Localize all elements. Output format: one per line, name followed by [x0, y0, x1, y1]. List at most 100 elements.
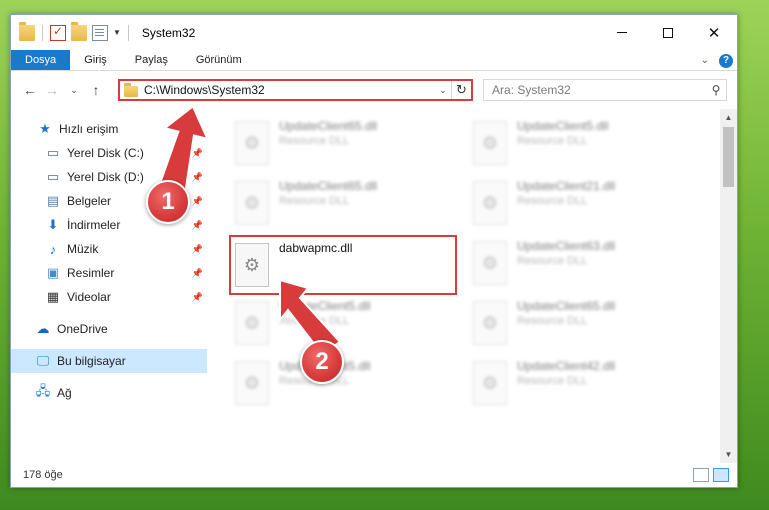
file-name: UpdateClient5.dll	[517, 119, 609, 133]
file-type: Resource DLL	[517, 375, 588, 387]
sidebar-item-onedrive[interactable]: ☁ OneDrive	[11, 317, 207, 341]
sidebar-item-label: Yerel Disk (C:)	[67, 146, 144, 160]
dll-file-icon: ⚙	[235, 361, 269, 405]
sidebar-item-network[interactable]: 🖧 Ağ	[11, 381, 207, 405]
download-icon: ⬇	[47, 217, 59, 232]
sidebar-item-quick-access[interactable]: ★ Hızlı erişim	[11, 117, 207, 141]
forward-button[interactable]: →	[41, 82, 63, 98]
tab-file[interactable]: Dosya	[11, 50, 71, 70]
file-name: UpdateClient42.dll	[517, 359, 616, 373]
vertical-scrollbar[interactable]: ▲ ▼	[720, 109, 737, 463]
pin-icon[interactable]: 📌	[192, 148, 203, 159]
navigation-pane: ★ Hızlı erişim ▭ Yerel Disk (C:) 📌 ▭ Yer…	[11, 109, 207, 463]
pin-icon[interactable]: 📌	[192, 220, 203, 231]
file-name: UpdateClient21.dll	[517, 179, 616, 193]
folder-icon	[124, 83, 138, 97]
minimize-icon	[617, 32, 627, 33]
customize-toolbar-icon[interactable]: ▼	[113, 28, 121, 37]
tab-view[interactable]: Görünüm	[182, 50, 256, 70]
dll-file-icon: ⚙	[473, 361, 507, 405]
pin-icon[interactable]: 📌	[192, 292, 203, 303]
documents-icon: ▤	[46, 193, 60, 208]
properties-check-icon[interactable]	[50, 24, 66, 41]
expand-ribbon-icon[interactable]: ⌄	[701, 55, 709, 66]
pictures-icon: ▣	[46, 265, 60, 280]
item-count: 178 öğe	[23, 469, 63, 481]
file-item[interactable]: ⚙ UpdateClient5.dllResource DLL	[469, 115, 695, 173]
tiles-view-icon[interactable]	[713, 468, 729, 482]
help-icon[interactable]: ?	[719, 53, 733, 68]
dll-file-icon: ⚙	[235, 301, 269, 345]
maximize-button[interactable]	[645, 15, 691, 50]
up-button[interactable]: ↑	[85, 82, 107, 98]
sidebar-item-music[interactable]: ♪ Müzik 📌	[11, 237, 207, 261]
pin-icon[interactable]: 📌	[192, 196, 203, 207]
maximize-icon	[663, 27, 673, 38]
sidebar-item-local-disk-c[interactable]: ▭ Yerel Disk (C:) 📌	[11, 141, 207, 165]
details-view-icon[interactable]	[693, 468, 709, 482]
dll-file-icon: ⚙	[235, 243, 269, 287]
file-type: Resource DLL	[279, 315, 350, 327]
file-type: Resource DLL	[279, 135, 350, 147]
sidebar-item-label: Yerel Disk (D:)	[67, 170, 144, 184]
file-item[interactable]: ⚙ UpdateClient65.dll Resource DLL	[231, 175, 457, 233]
search-input[interactable]	[484, 83, 706, 97]
pin-icon[interactable]: 📌	[192, 244, 203, 255]
address-path[interactable]: C:\Windows\System32	[144, 83, 435, 97]
file-name: UpdateClient5.dll	[279, 299, 371, 313]
tab-share[interactable]: Paylaş	[121, 50, 182, 70]
pin-icon[interactable]: 📌	[192, 172, 203, 183]
file-item[interactable]: ⚙ UpdateClient5.dll Resource DLL	[231, 295, 457, 353]
refresh-button[interactable]: ↻	[451, 81, 471, 99]
close-icon: ✕	[707, 24, 721, 42]
close-button[interactable]: ✕	[691, 15, 737, 50]
sidebar-item-this-pc[interactable]: 🖵 Bu bilgisayar	[11, 349, 207, 373]
explorer-window: ▼ System32 ✕ Dosya Giriş Paylaş Görünüm …	[10, 14, 738, 488]
file-item[interactable]: ⚙ UpdateClient63.dll Resource DLL	[469, 235, 695, 293]
window-title: System32	[141, 25, 196, 40]
dll-file-icon: ⚙	[473, 241, 507, 285]
title-bar: ▼ System32 ✕	[11, 15, 737, 50]
music-icon: ♪	[49, 241, 57, 257]
file-list: ⚙ UpdateClient65.dll Resource DLL ⚙ Updat…	[207, 109, 737, 463]
tab-home[interactable]: Giriş	[70, 50, 121, 70]
file-type: Resource DLL	[279, 195, 350, 207]
sidebar-item-label: Belgeler	[67, 194, 112, 208]
address-bar[interactable]: C:\Windows\System32 ⌄ ↻	[118, 79, 473, 101]
scroll-down-icon[interactable]: ▼	[720, 446, 737, 463]
minimize-button[interactable]	[599, 15, 645, 50]
view-switcher	[693, 468, 729, 482]
step-badge-1: 1	[146, 180, 190, 224]
sidebar-item-label: Müzik	[67, 242, 99, 256]
file-name: UpdateClient65.dll	[279, 119, 378, 133]
status-bar: 178 öğe	[11, 463, 737, 487]
scroll-up-icon[interactable]: ▲	[720, 109, 737, 126]
recent-locations-button[interactable]: ⌄	[63, 85, 85, 96]
step-badge-2: 2	[300, 340, 344, 384]
address-dropdown-icon[interactable]: ⌄	[435, 85, 451, 96]
computer-icon: 🖵	[36, 353, 50, 368]
sidebar-item-videos[interactable]: ▦ Videolar 📌	[11, 285, 207, 309]
dll-file-icon: ⚙	[235, 121, 269, 165]
file-item-target[interactable]: ⚙ dabwapmc.dll	[229, 235, 457, 295]
pin-icon[interactable]: 📌	[192, 268, 203, 279]
scroll-thumb[interactable]	[723, 127, 734, 187]
window-controls: ✕	[599, 15, 737, 50]
sidebar-item-pictures[interactable]: ▣ Resimler 📌	[11, 261, 207, 285]
search-icon[interactable]: ⚲	[706, 83, 726, 97]
properties-icon[interactable]	[92, 24, 108, 41]
main-area: ★ Hızlı erişim ▭ Yerel Disk (C:) 📌 ▭ Yer…	[11, 109, 737, 463]
drive-icon: ▭	[46, 169, 60, 184]
search-box[interactable]: ⚲	[483, 79, 727, 101]
back-button[interactable]: ←	[19, 82, 41, 98]
file-item[interactable]: ⚙ UpdateClient42.dll Resource DLL	[469, 355, 695, 413]
file-item[interactable]: ⚙ UpdateClient21.dll Resource DLL	[469, 175, 695, 233]
new-folder-icon[interactable]	[71, 21, 87, 41]
file-item[interactable]: ⚙ UpdateClient65.dll Resource DLL	[231, 115, 457, 173]
file-item[interactable]: ⚙ UpdateClient65.dll Resource DLL	[469, 295, 695, 353]
dll-file-icon: ⚙	[235, 181, 269, 225]
file-item[interactable]: ⚙ UpdateClient5.dllResource DLL	[231, 355, 457, 413]
drive-icon: ▭	[46, 145, 60, 160]
file-name: dabwapmc.dll	[279, 241, 353, 255]
